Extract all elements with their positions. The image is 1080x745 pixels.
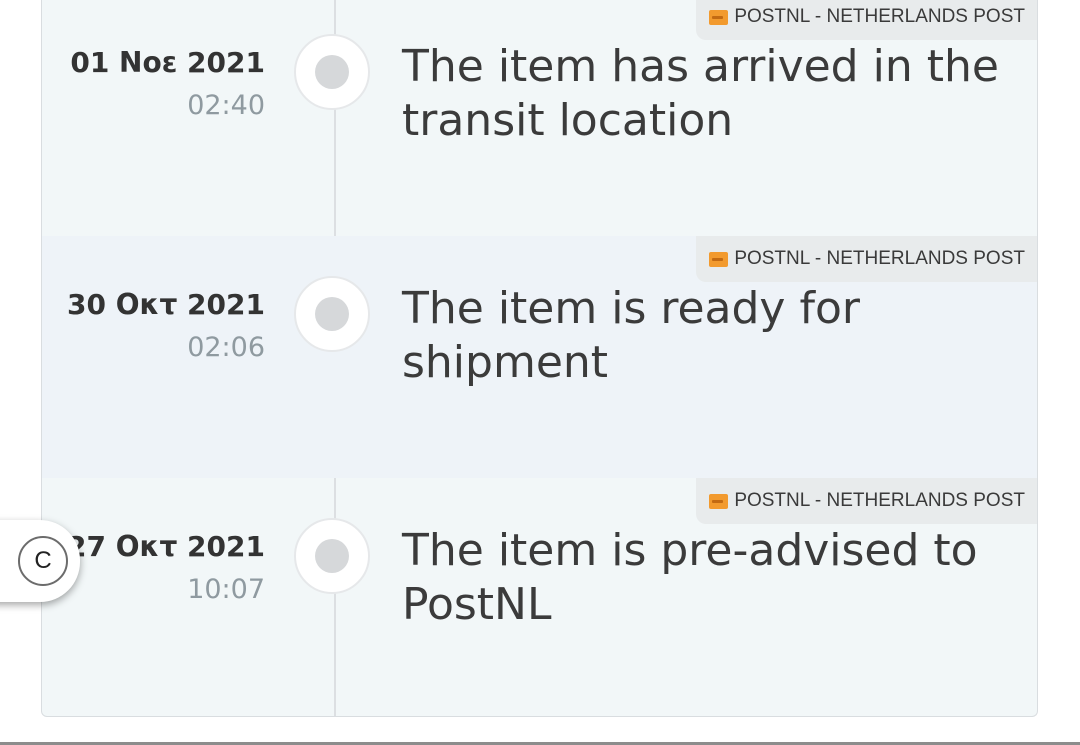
carrier-name: POSTNL - NETHERLANDS POST [734, 6, 1025, 27]
event-time: 10:07 [187, 574, 265, 605]
event-description: The item is ready for shipment [402, 283, 860, 388]
carrier-tag: POSTNL - NETHERLANDS POST [696, 478, 1037, 524]
carrier-name: POSTNL - NETHERLANDS POST [734, 490, 1025, 511]
timeline-event: POSTNL - NETHERLANDS POST 27 Οκτ 2021 10… [42, 478, 1037, 716]
timeline-node-dot [315, 539, 349, 573]
tracking-timeline-card: POSTNL - NETHERLANDS POST 01 Νοε 2021 02… [41, 0, 1038, 717]
event-date: 30 Οκτ 2021 [67, 288, 265, 321]
event-description: The item is pre-advised to PostNL [402, 525, 978, 630]
timeline-event: POSTNL - NETHERLANDS POST 30 Οκτ 2021 02… [42, 236, 1037, 478]
timeline-node-dot [315, 55, 349, 89]
side-action-button[interactable]: C [18, 536, 68, 586]
postnl-logo-icon [709, 251, 729, 267]
carrier-name: POSTNL - NETHERLANDS POST [734, 248, 1025, 269]
postnl-logo-icon [709, 9, 729, 25]
timeline-node-icon [294, 276, 370, 352]
event-time: 02:06 [187, 332, 265, 363]
timeline-node-icon [294, 518, 370, 594]
event-time: 02:40 [187, 90, 265, 121]
event-date: 01 Νοε 2021 [70, 46, 265, 79]
timeline-node-dot [315, 297, 349, 331]
carrier-tag: POSTNL - NETHERLANDS POST [696, 0, 1037, 40]
event-description: The item has arrived in the transit loca… [402, 41, 999, 146]
floating-side-tab[interactable]: C [0, 520, 80, 602]
timeline-event: POSTNL - NETHERLANDS POST 01 Νοε 2021 02… [42, 0, 1037, 236]
carrier-tag: POSTNL - NETHERLANDS POST [696, 236, 1037, 282]
timeline-node-icon [294, 34, 370, 110]
postnl-logo-icon [709, 493, 729, 509]
